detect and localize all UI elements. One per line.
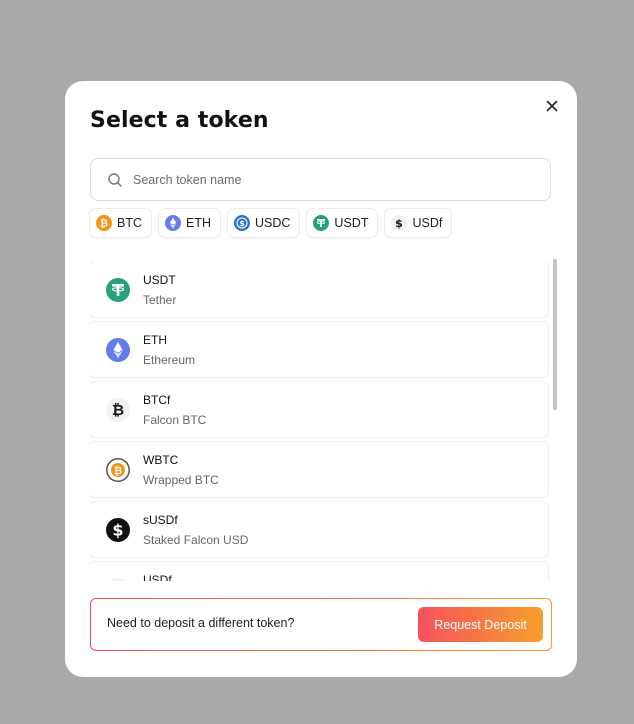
token-name: Wrapped BTC bbox=[143, 473, 219, 487]
svg-text:$: $ bbox=[239, 219, 245, 228]
btc-icon: ₿ bbox=[96, 215, 112, 231]
usdt-icon bbox=[313, 215, 330, 231]
token-name: Staked Falcon USD bbox=[143, 533, 249, 547]
svg-text:₿: ₿ bbox=[114, 465, 122, 477]
svg-text:₿: ₿ bbox=[112, 401, 124, 419]
chip-label: ETH bbox=[186, 216, 211, 230]
token-name: Falcon BTC bbox=[143, 413, 207, 427]
chip-usdc[interactable]: $ USDC bbox=[228, 209, 300, 237]
token-symbol: USDT bbox=[143, 273, 176, 287]
wbtc-icon: ₿ bbox=[106, 458, 130, 482]
eth-icon bbox=[106, 338, 130, 362]
chip-usdf[interactable]: $ USDf bbox=[385, 209, 452, 237]
token-symbol: ETH bbox=[143, 333, 167, 347]
token-row-wbtc[interactable]: ₿ WBTC Wrapped BTC bbox=[90, 442, 548, 497]
token-list[interactable]: USDT Tether ETH Ethereum ₿ BTCf Falcon B… bbox=[90, 262, 552, 581]
token-symbol: WBTC bbox=[143, 453, 179, 467]
svg-text:$: $ bbox=[112, 581, 123, 582]
token-name: Tether bbox=[143, 293, 177, 307]
token-list-scrollbar[interactable] bbox=[553, 259, 557, 410]
token-row-susdf[interactable]: $ sUSDf Staked Falcon USD bbox=[90, 502, 548, 557]
quick-token-chips: ₿ BTC ETH $ USDC USDT $ USDf bbox=[90, 209, 452, 239]
token-row-btcf[interactable]: ₿ BTCf Falcon BTC bbox=[90, 382, 548, 437]
usdf-icon: $ bbox=[391, 215, 408, 231]
usdf-icon: $ bbox=[106, 578, 130, 581]
susdf-icon: $ bbox=[106, 518, 130, 542]
deposit-request-banner: Need to deposit a different token? Reque… bbox=[90, 598, 552, 651]
svg-text:$: $ bbox=[396, 217, 404, 230]
token-symbol: BTCf bbox=[143, 393, 171, 407]
token-symbol: USDf bbox=[143, 573, 172, 581]
usdc-icon: $ bbox=[234, 215, 250, 231]
search-icon bbox=[108, 172, 122, 187]
select-token-modal: Select a token ₿ BTC ET bbox=[65, 81, 577, 677]
svg-text:$: $ bbox=[112, 521, 123, 540]
token-row-usdt[interactable]: USDT Tether bbox=[90, 262, 548, 317]
token-row-eth[interactable]: ETH Ethereum bbox=[90, 322, 548, 377]
close-button[interactable] bbox=[545, 99, 559, 113]
btcf-icon: ₿ bbox=[106, 398, 130, 422]
usdt-icon bbox=[106, 278, 130, 302]
chip-btc[interactable]: ₿ BTC bbox=[90, 209, 151, 237]
eth-icon bbox=[165, 215, 181, 231]
deposit-prompt: Need to deposit a different token? bbox=[107, 616, 295, 630]
chip-label: USDC bbox=[255, 216, 291, 230]
modal-title: Select a token bbox=[90, 108, 269, 133]
chip-label: BTC bbox=[117, 216, 142, 230]
request-deposit-button[interactable]: Request Deposit bbox=[418, 607, 543, 642]
token-name: Ethereum bbox=[143, 353, 196, 367]
svg-text:₿: ₿ bbox=[100, 218, 108, 230]
chip-usdt[interactable]: USDT bbox=[307, 209, 378, 237]
search-input[interactable] bbox=[131, 171, 515, 188]
token-symbol: sUSDf bbox=[143, 513, 178, 527]
close-icon bbox=[546, 100, 558, 112]
chip-label: USDf bbox=[412, 216, 443, 230]
search-box bbox=[90, 158, 551, 201]
chip-eth[interactable]: ETH bbox=[159, 209, 220, 237]
token-row-usdf[interactable]: $ USDf bbox=[90, 562, 548, 581]
chip-label: USDT bbox=[334, 216, 369, 230]
